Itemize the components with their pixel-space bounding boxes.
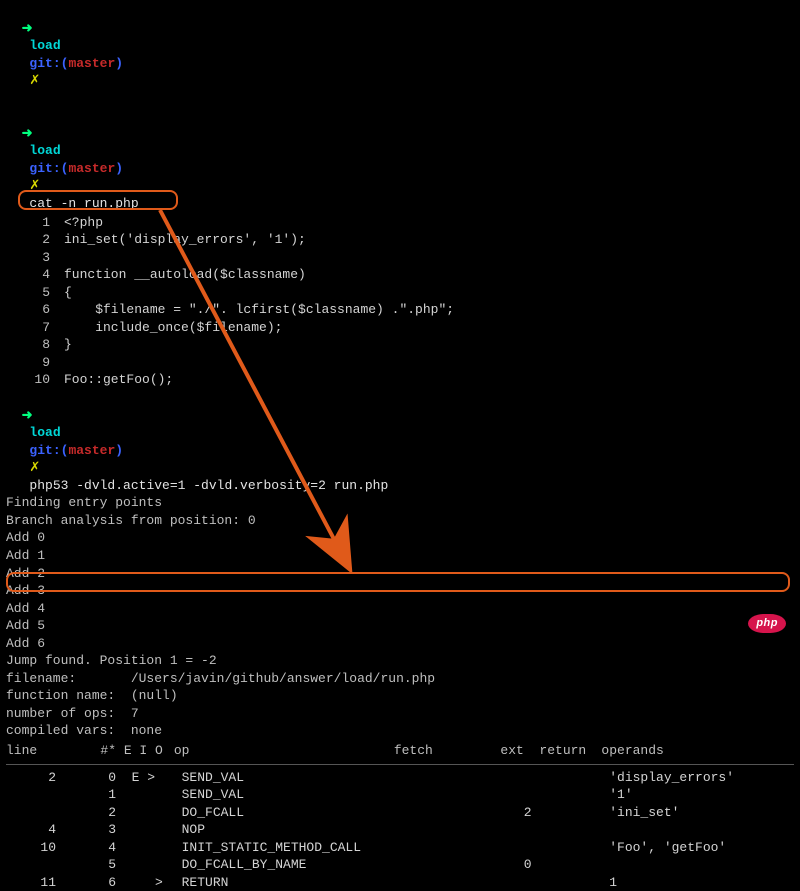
output-line: Branch analysis from position: 0 bbox=[6, 512, 794, 530]
dirty-icon: ✗ bbox=[29, 460, 40, 475]
prompt-dir: load bbox=[29, 38, 60, 53]
output-line: Add 2 bbox=[6, 565, 794, 583]
prompt-dir: load bbox=[29, 425, 60, 440]
code-line: 10Foo::getFoo(); bbox=[6, 371, 794, 389]
output-line: function name: (null) bbox=[6, 687, 794, 705]
prompt-git-open: git:( bbox=[29, 443, 68, 458]
output-line: compiled vars: none bbox=[6, 722, 794, 740]
dirty-icon: ✗ bbox=[29, 178, 40, 193]
php-badge-icon: php bbox=[748, 614, 786, 633]
prompt-arrow-icon: ➜ bbox=[22, 408, 33, 423]
prompt-git-close: ) bbox=[115, 56, 123, 71]
prompt-git-close: ) bbox=[115, 443, 123, 458]
command-text: php53 -dvld.active=1 -dvld.verbosity=2 r… bbox=[29, 478, 388, 493]
opcode-header: line #* E I O op fetch ext return operan… bbox=[6, 742, 794, 760]
code-line: 1<?php bbox=[6, 214, 794, 232]
output-line: filename: /Users/javin/github/answer/loa… bbox=[6, 670, 794, 688]
prompt-dir: load bbox=[29, 143, 60, 158]
prompt-line[interactable]: ➜ load git:(master) ✗ php53 -dvld.active… bbox=[6, 389, 794, 494]
output-line: Add 4 bbox=[6, 600, 794, 618]
code-line: 9 bbox=[6, 354, 794, 372]
opcode-row: 5 DO_FCALL_BY_NAME0 bbox=[6, 856, 794, 874]
vld-output: Finding entry points Branch analysis fro… bbox=[6, 494, 794, 740]
prompt-git-open: git:( bbox=[29, 161, 68, 176]
code-line: 3 bbox=[6, 249, 794, 267]
opcode-row: 20 E > SEND_VAL 'display_errors' bbox=[6, 769, 794, 787]
output-line: Add 0 bbox=[6, 529, 794, 547]
output-line: Add 1 bbox=[6, 547, 794, 565]
output-line: Add 5 bbox=[6, 617, 794, 635]
prompt-arrow-icon: ➜ bbox=[22, 126, 33, 141]
output-line: Add 3 bbox=[6, 582, 794, 600]
prompt-git-close: ) bbox=[115, 161, 123, 176]
output-line: number of ops: 7 bbox=[6, 705, 794, 723]
prompt-branch: master bbox=[68, 443, 115, 458]
output-line: Add 6 bbox=[6, 635, 794, 653]
prompt-line[interactable]: ➜ load git:(master) ✗ cat -n run.php bbox=[6, 107, 794, 212]
opcode-row: 2 DO_FCALL2 'ini_set' bbox=[6, 804, 794, 822]
prompt-branch: master bbox=[68, 56, 115, 71]
dirty-icon: ✗ bbox=[29, 73, 40, 88]
opcode-row: 116 > RETURN 1 bbox=[6, 874, 794, 891]
prompt-branch: master bbox=[68, 161, 115, 176]
code-line: 8} bbox=[6, 336, 794, 354]
prompt-line[interactable]: ➜ load git:(master) ✗ bbox=[6, 2, 794, 107]
command-text: cat -n run.php bbox=[29, 196, 138, 211]
prompt-git-open: git:( bbox=[29, 56, 68, 71]
opcode-row: 43 NOP bbox=[6, 821, 794, 839]
prompt-arrow-icon: ➜ bbox=[22, 21, 33, 36]
cat-output: 1<?php 2ini_set('display_errors', '1'); … bbox=[6, 214, 794, 389]
separator-line bbox=[6, 764, 794, 765]
opcode-table: 20 E > SEND_VAL 'display_errors' 1 SEND_… bbox=[6, 769, 794, 891]
code-line: 7 include_once($filename); bbox=[6, 319, 794, 337]
code-line: 2ini_set('display_errors', '1'); bbox=[6, 231, 794, 249]
code-line: 6 $filename = "./". lcfirst($classname) … bbox=[6, 301, 794, 319]
output-line: Jump found. Position 1 = -2 bbox=[6, 652, 794, 670]
code-line: 4function __autoload($classname) bbox=[6, 266, 794, 284]
output-line: Finding entry points bbox=[6, 494, 794, 512]
opcode-row: 1 SEND_VAL '1' bbox=[6, 786, 794, 804]
code-line: 5{ bbox=[6, 284, 794, 302]
opcode-row: 104 INIT_STATIC_METHOD_CALL 'Foo', 'getF… bbox=[6, 839, 794, 857]
